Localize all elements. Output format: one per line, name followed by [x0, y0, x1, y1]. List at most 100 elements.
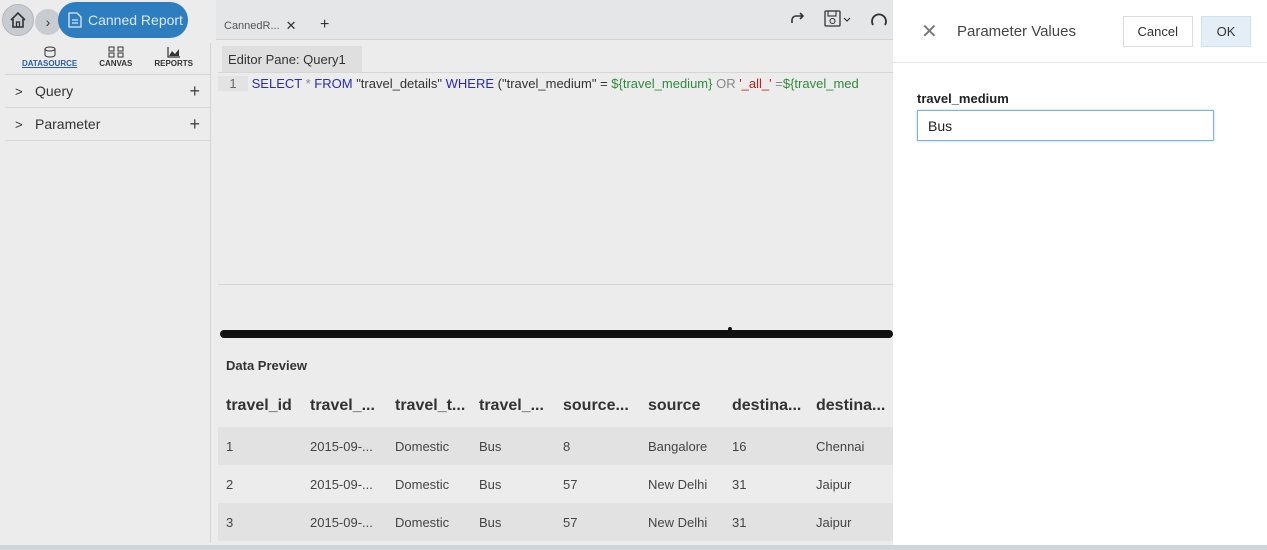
line-number: 1 — [218, 76, 248, 91]
refresh-icon[interactable] — [870, 10, 888, 33]
report-editor-app: › Canned Report DATASOURCE CANVAS REPORT… — [0, 0, 893, 545]
close-icon[interactable]: ✕ — [286, 18, 297, 34]
reports-chart-icon — [167, 47, 180, 58]
column-header[interactable]: destina... — [808, 385, 893, 427]
tree-item-parameter[interactable]: > Parameter + — [5, 108, 210, 141]
column-header[interactable]: travel_id — [218, 385, 302, 427]
sql-keyword: WHERE — [445, 76, 495, 91]
tab-datasource[interactable]: DATASOURCE — [22, 46, 77, 74]
chevron-right-icon: > — [15, 116, 23, 132]
table-cell: Bus — [471, 503, 555, 541]
breadcrumb-canned-report[interactable]: Canned Report — [58, 2, 188, 38]
bottom-scroll-strip — [0, 545, 1267, 550]
datasource-icon — [44, 46, 56, 58]
travel-medium-label: travel_medium — [917, 91, 1009, 106]
column-header[interactable]: destina... — [724, 385, 808, 427]
parameter-values-dialog: ✕ Parameter Values Cancel OK travel_medi… — [893, 0, 1267, 545]
tab-canvas-label: CANVAS — [99, 59, 133, 68]
data-preview-title: Data Preview — [226, 358, 307, 373]
tab-canned-report[interactable]: CannedR... ✕ — [224, 18, 297, 34]
sql-table: "travel_details" — [356, 76, 443, 91]
column-header[interactable]: source — [640, 385, 724, 427]
tab-reports-label: REPORTS — [154, 59, 193, 68]
table-cell: 2015-09-... — [310, 476, 373, 492]
chevron-right-icon: > — [15, 83, 23, 99]
canvas-icon — [108, 46, 124, 58]
table-cell: 3 — [218, 503, 302, 541]
sql-or: OR — [712, 76, 740, 91]
table-cell: 8 — [555, 427, 640, 465]
breadcrumb-label: Canned Report — [88, 12, 183, 28]
dialog-title: Parameter Values — [957, 22, 1076, 40]
table-cell: 16 — [724, 427, 808, 465]
tree-item-label: Query — [35, 83, 74, 99]
editor-divider — [218, 284, 893, 285]
document-tabs-bar: CannedR... ✕ + — [216, 0, 893, 40]
table-cell: 31 — [732, 476, 747, 492]
table-cell: New Delhi — [648, 476, 708, 492]
table-row: 3 2015-09-... Domestic Bus 57 New Delhi … — [218, 503, 893, 541]
tree-item-query[interactable]: > Query + — [5, 75, 210, 108]
editor-pane-title: Editor Pane: Query1 — [222, 46, 362, 72]
table-cell: Jaipur — [816, 476, 852, 492]
breadcrumb-separator: › — [35, 9, 61, 35]
pane-splitter[interactable] — [220, 330, 893, 338]
column-header[interactable]: travel_t... — [387, 385, 471, 427]
sql-keyword: SELECT — [251, 76, 302, 91]
table-cell: 31 — [724, 503, 808, 541]
tab-reports[interactable]: REPORTS — [154, 46, 193, 74]
data-preview-table: travel_id travel_... travel_t... travel_… — [218, 385, 893, 541]
column-header[interactable]: travel_... — [471, 385, 555, 427]
table-cell: Jaipur — [808, 503, 893, 541]
table-row: 2 2015-09-... Domestic Bus 57 New Delhi … — [218, 465, 893, 503]
table-cell: Bus — [479, 476, 502, 492]
redo-icon[interactable] — [790, 10, 806, 31]
table-cell: 2015-09-... — [302, 427, 387, 465]
table-cell: Domestic — [395, 476, 450, 492]
add-tab-button[interactable]: + — [320, 16, 329, 34]
side-panel-tabs: DATASOURCE CANVAS REPORTS — [5, 43, 210, 75]
sql-parameter: ${travel_medium} — [611, 76, 713, 91]
save-dropdown-icon[interactable] — [824, 10, 852, 33]
ok-button[interactable]: OK — [1201, 15, 1251, 47]
home-button[interactable] — [2, 4, 34, 36]
chevron-right-icon: › — [45, 14, 51, 30]
side-panel: DATASOURCE CANVAS REPORTS > Query + > Pa… — [5, 43, 211, 543]
add-parameter-icon[interactable]: + — [189, 114, 200, 135]
table-cell: 2015-09-... — [302, 503, 387, 541]
sql-equals: = — [771, 76, 783, 91]
table-cell: 1 — [218, 427, 302, 465]
sql-parameter: ${travel_med — [782, 76, 859, 91]
sql-keyword: FROM — [314, 76, 353, 91]
table-cell: 57 — [563, 476, 578, 492]
table-header-row: travel_id travel_... travel_t... travel_… — [218, 385, 893, 427]
table-cell: Domestic — [387, 503, 471, 541]
sql-all-literal: '_all_' — [739, 76, 772, 91]
code-line[interactable]: 1 SELECT * FROM "travel_details" WHERE (… — [218, 76, 893, 96]
table-cell: Chennai — [808, 427, 893, 465]
add-query-icon[interactable]: + — [189, 81, 200, 102]
document-icon — [68, 12, 82, 28]
column-header[interactable]: travel_... — [302, 385, 387, 427]
column-header[interactable]: source... — [555, 385, 640, 427]
splitter-handle[interactable] — [728, 327, 732, 331]
table-cell: 57 — [555, 503, 640, 541]
tab-canvas[interactable]: CANVAS — [99, 46, 132, 74]
table-row: 1 2015-09-... Domestic Bus 8 Bangalore 1… — [218, 427, 893, 465]
sql-condition: ("travel_medium" = — [497, 76, 612, 91]
tab-label: CannedR... — [224, 20, 280, 32]
cancel-button[interactable]: Cancel — [1122, 15, 1193, 47]
query-editor[interactable]: 1 SELECT * FROM "travel_details" WHERE (… — [218, 72, 893, 284]
home-icon — [10, 11, 26, 28]
travel-medium-input[interactable] — [917, 110, 1214, 141]
tree-item-label: Parameter — [35, 116, 101, 132]
sql-star: * — [305, 76, 311, 91]
close-icon[interactable]: ✕ — [921, 19, 949, 44]
table-cell: Domestic — [387, 427, 471, 465]
table-cell: New Delhi — [640, 503, 724, 541]
dialog-header: ✕ Parameter Values Cancel OK — [893, 0, 1267, 63]
table-cell: Bangalore — [640, 427, 724, 465]
tab-datasource-label: DATASOURCE — [21, 59, 78, 68]
table-cell: 2 — [226, 476, 234, 492]
table-cell: Bus — [471, 427, 555, 465]
